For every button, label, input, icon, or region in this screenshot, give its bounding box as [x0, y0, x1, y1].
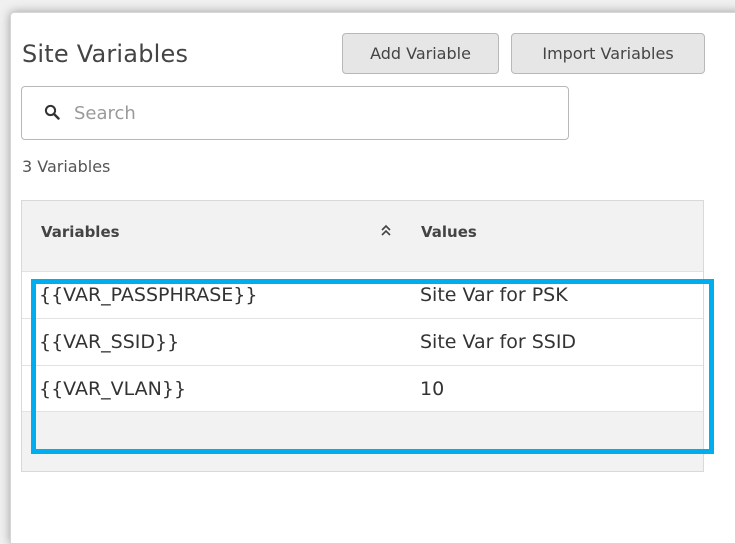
table-row[interactable]: {{VAR_VLAN}} 10 — [22, 365, 703, 412]
double-chevron-up-icon[interactable] — [379, 223, 393, 237]
search-placeholder: Search — [74, 103, 136, 124]
table-row[interactable]: {{VAR_SSID}} Site Var for SSID — [22, 318, 703, 365]
search-input[interactable]: Search — [21, 86, 569, 140]
column-header-values[interactable]: Values — [421, 223, 477, 241]
table-header: Variables Values — [22, 201, 703, 261]
search-icon — [44, 104, 60, 120]
variable-name: {{VAR_SSID}} — [39, 331, 180, 353]
variable-value: 10 — [420, 378, 445, 400]
import-variables-button[interactable]: Import Variables — [511, 33, 705, 74]
variable-count: 3 Variables — [22, 157, 111, 176]
variable-name: {{VAR_PASSPHRASE}} — [39, 284, 258, 306]
variable-value: Site Var for SSID — [420, 331, 577, 353]
variable-value: Site Var for PSK — [420, 284, 568, 306]
page-title: Site Variables — [22, 40, 189, 68]
variable-name: {{VAR_VLAN}} — [39, 378, 187, 400]
column-header-variables[interactable]: Variables — [41, 223, 120, 241]
variables-table: Variables Values {{VAR_PASSPHRASE}} Site… — [21, 200, 704, 472]
table-row[interactable]: {{VAR_PASSPHRASE}} Site Var for PSK — [22, 271, 703, 318]
add-variable-button[interactable]: Add Variable — [342, 33, 499, 74]
